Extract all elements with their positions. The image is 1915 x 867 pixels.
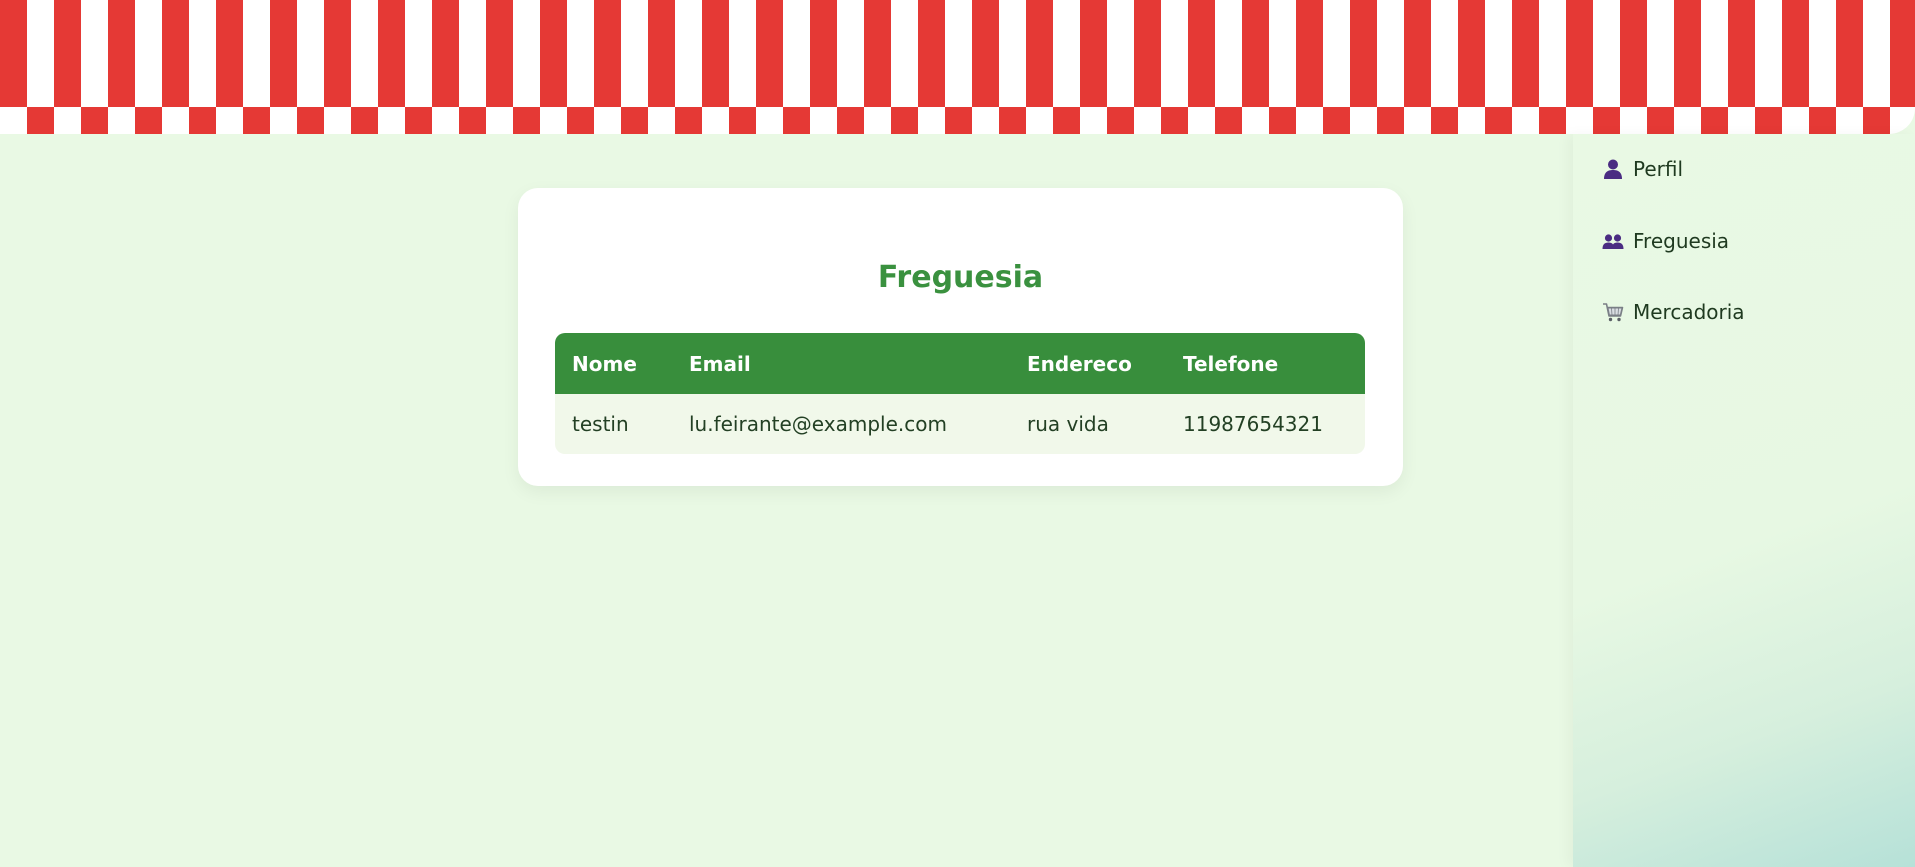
sidebar-item-label: Mercadoria bbox=[1633, 300, 1745, 324]
page-title: Freguesia bbox=[877, 260, 1044, 295]
column-header-email: Email bbox=[689, 351, 751, 376]
cell-nome: testin bbox=[572, 412, 629, 436]
sidebar-item-perfil[interactable]: Perfil bbox=[1602, 151, 1683, 187]
column-header-endereco: Endereco bbox=[1027, 351, 1132, 376]
cell-telefone: 11987654321 bbox=[1183, 412, 1323, 436]
freguesia-card: Freguesia Nome Email Endereco Telefone t… bbox=[518, 188, 1403, 486]
checkered-banner-pattern bbox=[0, 0, 1915, 134]
sidebar-item-label: Freguesia bbox=[1633, 229, 1730, 253]
freguesia-table: Nome Email Endereco Telefone testin lu.f… bbox=[555, 333, 1365, 454]
header-banner bbox=[0, 0, 1915, 134]
sidebar-item-label: Perfil bbox=[1633, 157, 1684, 181]
table-header-row: Nome Email Endereco Telefone bbox=[555, 333, 1365, 394]
sidebar-item-freguesia[interactable]: Freguesia bbox=[1602, 223, 1729, 259]
sidebar-item-mercadoria[interactable]: Mercadoria bbox=[1602, 294, 1745, 330]
sidebar: Perfil Freguesia Mercadoria bbox=[1573, 134, 1915, 867]
column-header-nome: Nome bbox=[572, 351, 637, 376]
cell-endereco: rua vida bbox=[1027, 412, 1109, 436]
cart-icon bbox=[1602, 301, 1624, 323]
column-header-telefone: Telefone bbox=[1183, 351, 1279, 376]
cell-email: lu.feirante@example.com bbox=[689, 412, 947, 436]
users-icon bbox=[1602, 230, 1624, 252]
user-icon bbox=[1602, 158, 1624, 180]
table-row[interactable]: testin lu.feirante@example.com rua vida … bbox=[555, 394, 1365, 454]
